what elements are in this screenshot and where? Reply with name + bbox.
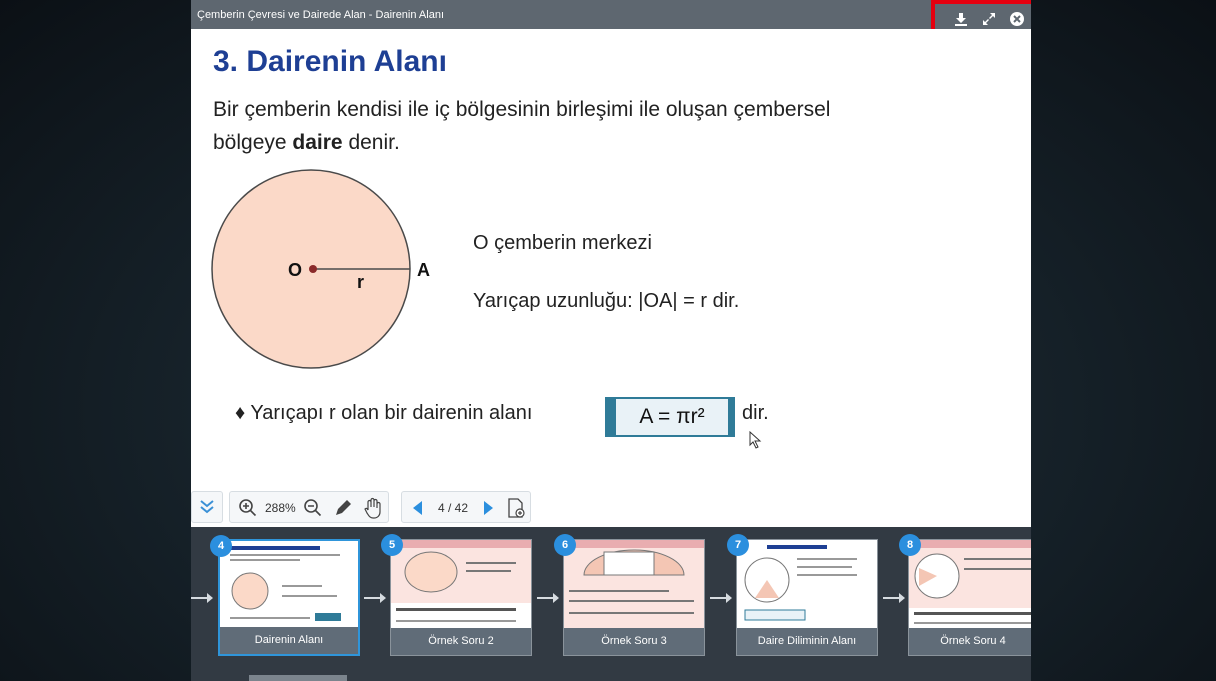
center-description: O çemberin merkezi [473,232,652,254]
circle-diagram: O r A [211,169,430,369]
formula-box: A = πr² [605,397,735,437]
pencil-icon[interactable] [333,498,353,518]
page-indicator: 4 / 42 [438,501,469,515]
center-point [309,265,317,273]
thumbnail-8[interactable]: 8 Örnek Soru 4 [899,534,1031,656]
page-navigation: 4 / 42 [401,491,531,523]
label-r: r [357,272,364,292]
thumbnail-scrollbar[interactable] [249,675,347,681]
thumbnail-number: 5 [381,534,403,556]
thumbnail-preview [230,546,341,621]
thumbnail-4[interactable]: 4 Dairenin Alanı [210,535,360,656]
presentation-viewer: Çemberin Çevresi ve Dairede Alan - Daire… [191,0,1031,681]
chevron-double-down-icon [200,500,214,514]
label-a: A [417,260,430,280]
intro-bold-term: daire [292,131,343,154]
zoom-out-icon[interactable] [303,498,323,518]
next-page-icon[interactable] [482,499,496,517]
flow-arrow [710,593,732,603]
zoom-tools: 288% [229,491,389,523]
flow-arrow [883,593,905,603]
thumbnail-caption: Daire Diliminin Alanı [737,628,877,655]
flow-arrow [191,593,213,603]
download-icon[interactable] [953,11,969,27]
thumbnail-caption: Örnek Soru 4 [909,628,1031,655]
title-bar: Çemberin Çevresi ve Dairede Alan - Daire… [191,0,1031,34]
label-o: O [288,260,302,280]
thumbnail-strip: 4 Dairenin Alanı 5 Örnek Soru 2 6 Örnek … [191,527,1031,681]
thumbnail-number: 6 [554,534,576,556]
thumbnail-preview [391,540,531,622]
thumbnail-preview [744,545,857,621]
hand-icon[interactable] [362,497,384,519]
slide-content: 3. Dairenin Alanı Bir çemberin kendisi i… [191,29,1031,489]
viewer-toolbar: 288% 4 / 42 [191,489,1031,527]
zoom-level: 288% [265,501,296,515]
thumbnail-caption: Örnek Soru 2 [391,628,531,655]
thumbnail-5[interactable]: 5 Örnek Soru 2 [381,534,532,656]
thumbnail-6[interactable]: 6 Örnek Soru 3 [554,534,705,656]
thumbnail-number: 4 [210,535,232,557]
previous-page-icon[interactable] [410,499,424,517]
intro-suffix: denir. [342,131,400,154]
area-statement: ♦ Yarıçapı r olan bir dairenin alanı [235,402,533,424]
flow-arrow [537,593,559,603]
slide-intro: Bir çemberin kendisi ile iç bölgesinin b… [213,93,853,159]
slide-heading: 3. Dairenin Alanı [213,45,447,78]
thumbnail-caption: Örnek Soru 3 [564,628,704,655]
thumbnail-preview [564,540,704,628]
thumbnail-preview [909,540,1031,624]
area-formula: A = πr² [616,399,728,435]
window-title: Çemberin Çevresi ve Dairede Alan - Daire… [197,9,445,21]
formula-suffix: dir. [742,402,769,424]
add-page-icon[interactable] [506,497,526,519]
close-icon[interactable] [1009,11,1025,27]
thumbnail-number: 8 [899,534,921,556]
flow-arrow [364,593,386,603]
zoom-in-icon[interactable] [238,498,258,518]
mouse-cursor-icon [749,431,762,449]
radius-description: Yarıçap uzunluğu: |OA| = r dir. [473,290,740,312]
fullscreen-icon[interactable] [981,11,997,27]
thumbnail-7[interactable]: 7 Daire Diliminin Alanı [727,534,878,656]
thumbnail-number: 7 [727,534,749,556]
collapse-button[interactable] [191,491,223,523]
thumbnail-caption: Dairenin Alanı [220,627,358,654]
